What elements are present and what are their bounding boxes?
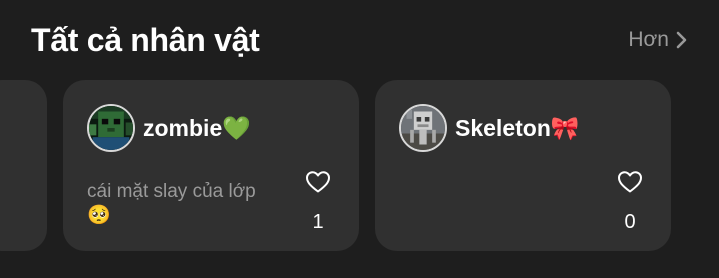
character-name: Skeleton🎀 — [455, 115, 580, 141]
character-description: cái mặt slay của lớp 🥺 — [87, 181, 256, 226]
section-title: Tất cả nhân vật — [31, 22, 260, 58]
like-count: 0 — [624, 211, 636, 233]
like-count: 1 — [312, 211, 324, 233]
section-header: Tất cả nhân vật Hơn — [0, 0, 719, 80]
more-label: Hơn — [628, 28, 669, 51]
character-card-skeleton[interactable]: Skeleton🎀 0 — [375, 80, 671, 251]
chevron-right-icon — [675, 31, 687, 49]
more-button[interactable]: Hơn — [628, 28, 687, 52]
character-name: zombie💚 — [143, 115, 251, 141]
like-control: 0 — [617, 170, 643, 234]
skeleton-avatar — [399, 104, 447, 152]
like-control: 1 — [305, 170, 331, 234]
zombie-avatar — [87, 104, 135, 152]
heart-icon[interactable] — [305, 170, 331, 199]
character-card-partial[interactable] — [0, 80, 47, 251]
heart-icon[interactable] — [617, 170, 643, 199]
character-card-zombie[interactable]: zombie💚 cái mặt slay của lớp 🥺 1 — [63, 80, 359, 251]
